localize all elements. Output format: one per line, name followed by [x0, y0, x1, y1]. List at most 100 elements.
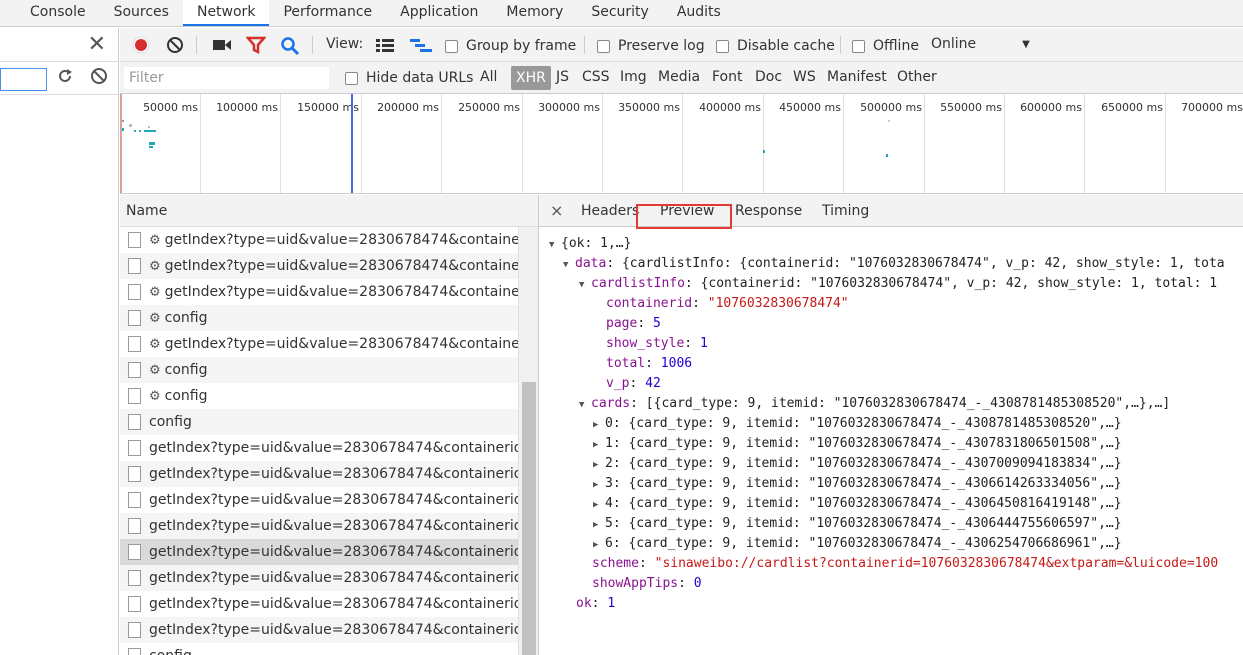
- large-rows-button[interactable]: [376, 38, 394, 52]
- tree-node-card[interactable]: ▶ 4: {card_type: 9, itemid: "107603283067…: [593, 494, 1122, 514]
- tab-timing[interactable]: Timing: [822, 203, 869, 219]
- filter-input[interactable]: Filter: [124, 67, 329, 89]
- block-icon[interactable]: [90, 67, 108, 85]
- request-row[interactable]: ⚙ getIndex?type=uid&value=2830678474&cont…: [120, 279, 518, 305]
- close-details-icon[interactable]: ×: [550, 201, 563, 220]
- tree-node-cardlistinfo[interactable]: ▼ cardlistInfo: {containerid: "1076032830…: [579, 274, 1217, 294]
- tree-key: show_style: [606, 336, 685, 351]
- expand-down-icon: ▼: [579, 400, 585, 410]
- tab-headers[interactable]: Headers: [581, 203, 639, 219]
- timeline-gridline: [1084, 94, 1085, 193]
- request-list: ⚙ getIndex?type=uid&value=2830678474&cont…: [120, 227, 518, 655]
- tree-node-card[interactable]: ▶ 5: {card_type: 9, itemid: "107603283067…: [593, 514, 1122, 534]
- tab-application[interactable]: Application: [386, 0, 492, 26]
- request-row[interactable]: getIndex?type=uid&value=2830678474&conta…: [120, 487, 518, 513]
- request-row[interactable]: getIndex?type=uid&value=2830678474&conta…: [120, 513, 518, 539]
- filter-type-img[interactable]: Img: [620, 69, 647, 85]
- filter-type-manifest[interactable]: Manifest: [827, 69, 887, 85]
- tree-key: v_p: [606, 376, 630, 391]
- filter-type-other[interactable]: Other: [897, 69, 937, 85]
- tab-security[interactable]: Security: [577, 0, 663, 26]
- request-mark: [134, 130, 136, 132]
- filter-type-media[interactable]: Media: [658, 69, 700, 85]
- timeline-tick-label: 700000 ms: [1181, 101, 1243, 114]
- timeline-gridline: [924, 94, 925, 193]
- request-row[interactable]: ⚙ getIndex?type=uid&value=2830678474&cont…: [120, 253, 518, 279]
- request-row[interactable]: getIndex?type=uid&value=2830678474&conta…: [120, 591, 518, 617]
- tab-audits[interactable]: Audits: [663, 0, 735, 26]
- expand-right-icon: ▶: [593, 440, 599, 450]
- left-pane-header: ✕: [0, 28, 118, 62]
- disable-cache-checkbox[interactable]: Disable cache: [716, 38, 835, 54]
- tab-response[interactable]: Response: [735, 203, 802, 219]
- filter-type-js[interactable]: JS: [556, 69, 569, 85]
- request-row[interactable]: config: [120, 409, 518, 435]
- request-name: getIndex?type=uid&value=2830678474&conta…: [164, 258, 518, 274]
- request-row[interactable]: getIndex?type=uid&value=2830678474&conta…: [120, 539, 518, 565]
- json-preview-tree: ▼ {ok: 1,…} ▼ data: {cardlistInfo: {contai…: [539, 227, 1243, 655]
- request-mark: [886, 154, 888, 157]
- filter-type-xhr[interactable]: XHR: [511, 66, 551, 90]
- request-name: getIndex?type=uid&value=2830678474&conta…: [149, 466, 518, 482]
- request-row[interactable]: getIndex?type=uid&value=2830678474&conta…: [120, 565, 518, 591]
- request-row[interactable]: getIndex?type=uid&value=2830678474&conta…: [120, 461, 518, 487]
- request-row[interactable]: ⚙ config: [120, 383, 518, 409]
- filter-type-ws[interactable]: WS: [793, 69, 816, 85]
- request-details-pane: × Headers Preview Response Timing ▼ {ok: …: [538, 195, 1243, 655]
- timeline-tick-label: 50000 ms: [143, 101, 198, 114]
- request-row[interactable]: getIndex?type=uid&value=2830678474&conta…: [120, 435, 518, 461]
- tree-node-cards[interactable]: ▼ cards: [{card_type: 9, itemid: "1076032…: [579, 394, 1170, 414]
- filter-type-doc[interactable]: Doc: [755, 69, 782, 85]
- tab-memory[interactable]: Memory: [492, 0, 577, 26]
- tab-network[interactable]: Network: [182, 0, 270, 26]
- name-column-header[interactable]: Name: [126, 203, 167, 219]
- tree-key: cards: [591, 396, 631, 411]
- request-row[interactable]: ⚙ config: [120, 305, 518, 331]
- capture-screenshots-button[interactable]: [212, 37, 232, 53]
- preview-tab-highlight: [636, 204, 732, 229]
- tree-root[interactable]: ▼ {ok: 1,…}: [549, 234, 631, 254]
- request-row[interactable]: ⚙ getIndex?type=uid&value=2830678474&cont…: [120, 227, 518, 253]
- group-by-frame-checkbox[interactable]: Group by frame: [445, 38, 576, 54]
- file-icon: [128, 622, 141, 638]
- close-drawer-icon[interactable]: ✕: [88, 32, 106, 57]
- request-row[interactable]: ⚙ getIndex?type=uid&value=2830678474&cont…: [120, 331, 518, 357]
- refresh-icon[interactable]: [55, 66, 75, 86]
- scrollbar-thumb[interactable]: [522, 382, 536, 655]
- tree-key: cardlistInfo: [591, 276, 685, 291]
- record-button[interactable]: [132, 36, 150, 54]
- filter-type-font[interactable]: Font: [712, 69, 742, 85]
- tree-node-card[interactable]: ▶ 0: {card_type: 9, itemid: "107603283067…: [593, 414, 1122, 434]
- timeline-overview[interactable]: 50000 ms 100000 ms 150000 ms 200000 ms 25000…: [120, 94, 1243, 194]
- request-row[interactable]: ⚙ config: [120, 357, 518, 383]
- file-icon: [128, 284, 141, 300]
- request-row[interactable]: getIndex?type=uid&value=2830678474&conta…: [120, 617, 518, 643]
- tree-node-card[interactable]: ▶ 6: {card_type: 9, itemid: "107603283067…: [593, 534, 1122, 554]
- tab-console[interactable]: Console: [0, 0, 100, 26]
- filter-type-all[interactable]: All: [480, 69, 497, 85]
- tab-sources[interactable]: Sources: [100, 0, 183, 26]
- request-list-scrollbar[interactable]: [518, 227, 538, 655]
- card-summary: {card_type: 9, itemid: "1076032830678474…: [628, 496, 1122, 511]
- tree-node-card[interactable]: ▶ 2: {card_type: 9, itemid: "107603283067…: [593, 454, 1122, 474]
- preserve-log-checkbox[interactable]: Preserve log: [597, 38, 705, 54]
- filter-bar: Filter Hide data URLs All XHR JS CSS Img…: [120, 62, 1243, 94]
- clear-button[interactable]: [166, 36, 184, 54]
- tree-key: ok: [576, 596, 592, 611]
- throttle-select[interactable]: Online ▼: [931, 36, 1030, 52]
- hide-data-urls-checkbox[interactable]: Hide data URLs: [345, 70, 473, 86]
- left-search-input[interactable]: [0, 68, 47, 91]
- timeline-tick-label: 150000 ms: [297, 101, 359, 114]
- filter-type-css[interactable]: CSS: [582, 69, 610, 85]
- tree-node-card[interactable]: ▶ 1: {card_type: 9, itemid: "107603283067…: [593, 434, 1122, 454]
- filter-toggle-button[interactable]: [246, 36, 266, 54]
- request-row[interactable]: config: [120, 643, 518, 655]
- tab-performance[interactable]: Performance: [269, 0, 386, 26]
- tree-leaf-total: total: 1006: [606, 356, 693, 371]
- toolbar-separator: [312, 36, 313, 54]
- tree-node-card[interactable]: ▶ 3: {card_type: 9, itemid: "107603283067…: [593, 474, 1122, 494]
- waterfall-view-button[interactable]: [410, 38, 432, 52]
- search-button[interactable]: [280, 36, 300, 56]
- offline-checkbox[interactable]: Offline: [852, 38, 919, 54]
- tree-node-data[interactable]: ▼ data: {cardlistInfo: {containerid: "107…: [563, 254, 1225, 274]
